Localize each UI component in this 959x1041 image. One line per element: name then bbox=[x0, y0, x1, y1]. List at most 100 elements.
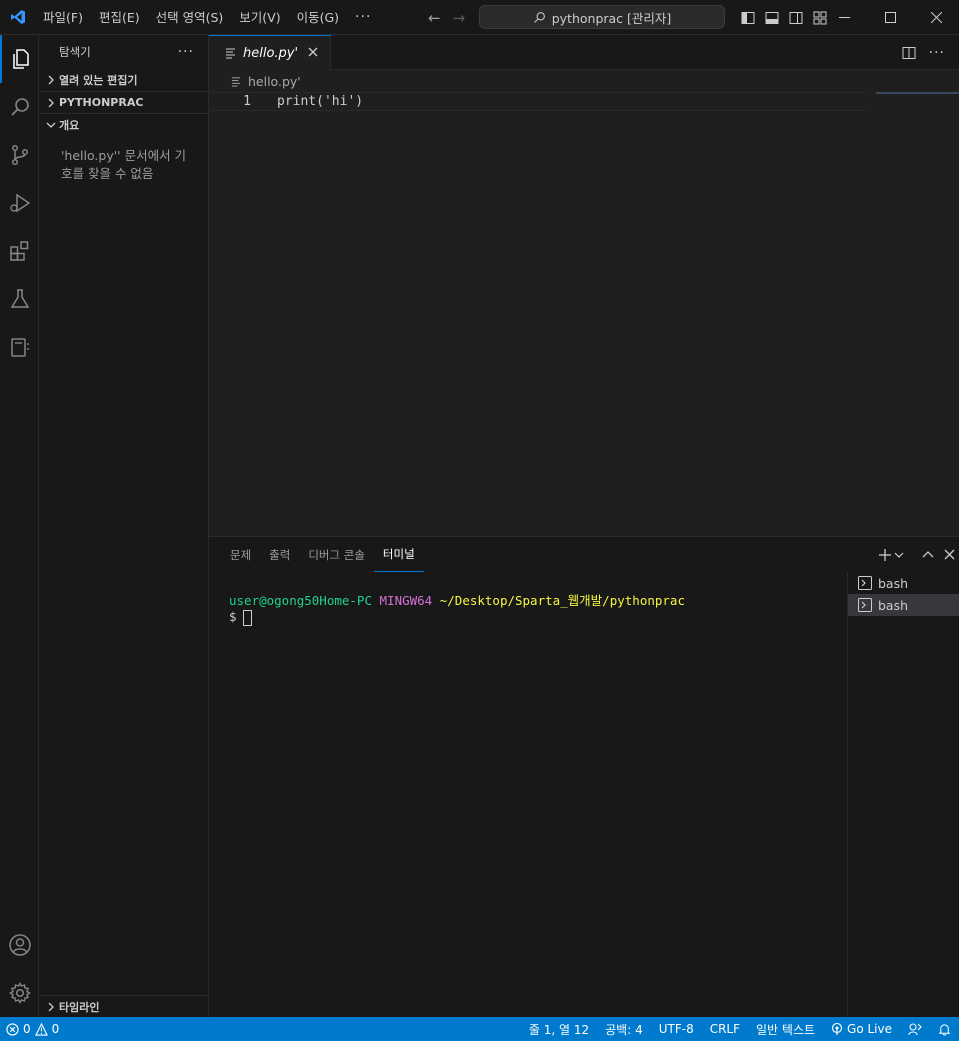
activity-bar bbox=[0, 35, 39, 1017]
accounts-icon[interactable] bbox=[0, 921, 39, 969]
outline-label: 개요 bbox=[59, 118, 80, 132]
vscode-logo-icon[interactable] bbox=[0, 0, 35, 35]
status-bar-right: 줄 1, 열 12 공백: 4 UTF-8 CRLF 일반 텍스트 Go Liv… bbox=[521, 1017, 959, 1041]
editor-more-actions-button[interactable]: ··· bbox=[929, 45, 945, 61]
testing-flask-icon[interactable] bbox=[0, 275, 39, 323]
terminal-path: ~/Desktop/Sparta_웹개발/pythonprac bbox=[439, 593, 685, 608]
broadcast-icon bbox=[831, 1023, 843, 1035]
settings-gear-icon[interactable] bbox=[0, 969, 39, 1017]
explorer-icon[interactable] bbox=[0, 35, 39, 83]
menu-go[interactable]: 이동(G) bbox=[289, 0, 347, 35]
minimize-icon[interactable] bbox=[821, 0, 867, 35]
go-live-label: Go Live bbox=[847, 1022, 892, 1036]
explorer-more-actions-button[interactable]: ··· bbox=[178, 44, 194, 60]
remote-explorer-icon[interactable] bbox=[0, 323, 39, 371]
command-center-label: pythonprac [관리자] bbox=[551, 10, 672, 26]
chevron-right-icon bbox=[43, 98, 59, 108]
end-of-line[interactable]: CRLF bbox=[702, 1017, 748, 1041]
cursor-position[interactable]: 줄 1, 열 12 bbox=[521, 1017, 597, 1041]
code-editor[interactable]: 1 print('hi') bbox=[209, 92, 959, 536]
close-tab-icon[interactable] bbox=[308, 45, 318, 61]
close-panel-icon[interactable] bbox=[944, 549, 955, 560]
breadcrumb: hello.py' bbox=[209, 70, 959, 92]
menu-selection[interactable]: 선택 영역(S) bbox=[148, 0, 232, 35]
notifications-bell-icon[interactable] bbox=[930, 1017, 959, 1041]
terminal-instance-label: bash bbox=[878, 575, 909, 591]
menu-bar: 파일(F) 편집(E) 선택 영역(S) 보기(V) 이동(G) ··· bbox=[35, 0, 379, 35]
search-view-icon[interactable] bbox=[0, 83, 39, 131]
split-editor-icon[interactable] bbox=[901, 45, 917, 61]
terminal-prompt-symbol: $ bbox=[229, 609, 237, 624]
new-terminal-plus-icon[interactable] bbox=[878, 548, 892, 562]
indentation[interactable]: 공백: 4 bbox=[597, 1017, 651, 1041]
toggle-primary-sidebar-icon[interactable] bbox=[740, 10, 756, 26]
run-debug-icon[interactable] bbox=[0, 179, 39, 227]
explorer-header: 탐색기 ··· bbox=[39, 35, 208, 69]
chevron-right-icon bbox=[43, 75, 59, 85]
toggle-secondary-sidebar-icon[interactable] bbox=[788, 10, 804, 26]
terminal-instance-1[interactable]: bash bbox=[848, 572, 959, 594]
editor-actions: ··· bbox=[901, 35, 959, 70]
maximize-icon[interactable] bbox=[867, 0, 913, 35]
source-control-icon[interactable] bbox=[0, 131, 39, 179]
menu-more-button[interactable]: ··· bbox=[347, 9, 379, 25]
line-number: 1 bbox=[243, 94, 251, 109]
arrow-left-icon[interactable]: ← bbox=[428, 9, 441, 27]
menu-file[interactable]: 파일(F) bbox=[35, 0, 91, 35]
terminal-icon bbox=[858, 576, 872, 590]
tab-label: hello.py' bbox=[243, 45, 299, 61]
terminal-list: bash bash bbox=[847, 572, 959, 1018]
project-folder-section[interactable]: PYTHONPRAC bbox=[39, 91, 208, 113]
open-editors-section[interactable]: 열려 있는 편집기 bbox=[39, 69, 208, 91]
panel-actions bbox=[878, 537, 955, 572]
toggle-panel-icon[interactable] bbox=[764, 10, 780, 26]
timeline-section[interactable]: 타임라인 bbox=[39, 995, 208, 1017]
feedback-icon[interactable] bbox=[900, 1017, 930, 1041]
outline-section[interactable]: 개요 bbox=[39, 113, 208, 135]
terminal-instance-2[interactable]: bash bbox=[848, 594, 959, 616]
breadcrumb-file[interactable]: hello.py' bbox=[248, 74, 301, 89]
timeline-container: 타임라인 bbox=[39, 995, 208, 1017]
tab-problems[interactable]: 문제 bbox=[221, 537, 260, 572]
arrow-right-icon[interactable]: → bbox=[453, 9, 466, 27]
terminal-instance-label: bash bbox=[878, 597, 909, 613]
maximize-panel-chevron-up-icon[interactable] bbox=[922, 549, 934, 561]
open-editors-label: 열려 있는 편집기 bbox=[59, 74, 138, 87]
search-icon bbox=[533, 11, 545, 23]
extensions-icon[interactable] bbox=[0, 227, 39, 275]
command-center[interactable]: pythonprac [관리자] bbox=[479, 5, 725, 29]
editor-tab-bar: hello.py' ··· bbox=[209, 35, 959, 70]
text-file-icon bbox=[226, 48, 235, 59]
tab-output[interactable]: 출력 bbox=[260, 537, 299, 572]
window-controls bbox=[821, 0, 959, 35]
terminal-input-line[interactable]: $ bbox=[229, 609, 847, 628]
outline-empty-message: 'hello.py'' 문서에서 기호를 찾을 수 없음 bbox=[61, 148, 187, 181]
title-bar: 파일(F) 편집(E) 선택 영역(S) 보기(V) 이동(G) ··· ← →… bbox=[0, 0, 959, 35]
minimap[interactable] bbox=[876, 92, 959, 94]
code-text[interactable]: print('hi') bbox=[277, 94, 363, 109]
warning-count: 0 bbox=[51, 1022, 60, 1036]
panel-tabs: 문제 출력 디버그 콘솔 터미널 bbox=[209, 537, 424, 572]
menu-edit[interactable]: 편집(E) bbox=[91, 0, 148, 35]
terminal-profile-chevron-down-icon[interactable] bbox=[894, 550, 904, 560]
go-live-button[interactable]: Go Live bbox=[823, 1017, 900, 1041]
menu-view[interactable]: 보기(V) bbox=[231, 0, 288, 35]
terminal-user: user@ogong50Home-PC bbox=[229, 593, 372, 608]
code-line[interactable]: 1 print('hi') bbox=[209, 92, 868, 111]
encoding[interactable]: UTF-8 bbox=[651, 1017, 702, 1041]
close-window-icon[interactable] bbox=[913, 0, 959, 35]
project-folder-label: PYTHONPRAC bbox=[59, 96, 144, 109]
terminal-output[interactable]: user@ogong50Home-PC MINGW64 ~/Desktop/Sp… bbox=[209, 572, 847, 1018]
error-icon bbox=[6, 1022, 19, 1036]
editor-tab-hello-py[interactable]: hello.py' bbox=[209, 35, 331, 70]
tab-terminal[interactable]: 터미널 bbox=[373, 537, 424, 572]
navigation-arrows: ← → bbox=[428, 0, 465, 35]
bottom-panel: 문제 출력 디버그 콘솔 터미널 user@ogong50Home-PC MIN… bbox=[209, 536, 959, 1018]
tab-debug-console[interactable]: 디버그 콘솔 bbox=[299, 537, 374, 572]
problems-status[interactable]: 0 0 bbox=[0, 1017, 67, 1041]
warning-icon bbox=[34, 1022, 48, 1036]
terminal-env: MINGW64 bbox=[379, 593, 433, 608]
layout-controls bbox=[740, 0, 828, 35]
status-bar: 0 0 줄 1, 열 12 공백: 4 UTF-8 CRLF 일반 텍스트 Go… bbox=[0, 1017, 959, 1041]
language-mode[interactable]: 일반 텍스트 bbox=[748, 1017, 823, 1041]
